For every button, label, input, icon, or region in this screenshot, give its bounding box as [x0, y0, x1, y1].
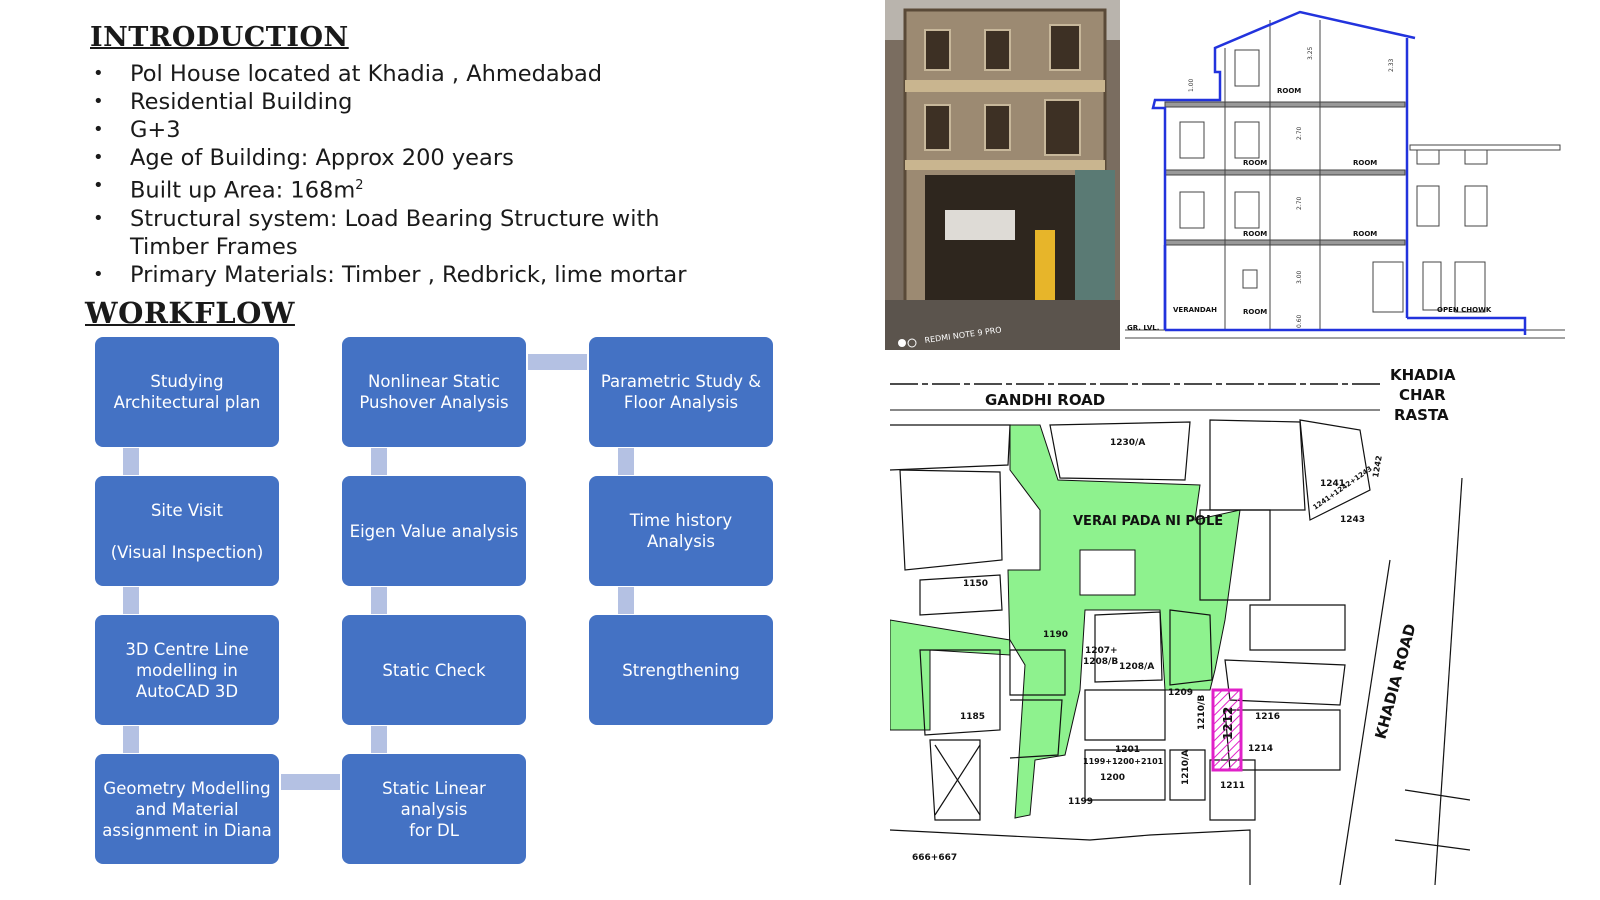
- workflow-step-parametric-study: Parametric Study & Floor Analysis: [589, 337, 773, 447]
- plot-label: 1230/A: [1110, 438, 1145, 448]
- building-photo: REDMI NOTE 9 PRO: [885, 0, 1120, 350]
- elevation-dimension: 3.25: [1307, 46, 1314, 60]
- list-item: Residential Building: [90, 88, 730, 116]
- pole-label: VERAI PADA NI POLE: [1073, 514, 1223, 529]
- workflow-connector: [371, 726, 387, 753]
- workflow-connector: [123, 726, 139, 753]
- list-item: Pol House located at Khadia , Ahmedabad: [90, 60, 730, 88]
- elevation-dimension: 1.00: [1188, 78, 1195, 92]
- plot-label: 1212: [1221, 707, 1235, 740]
- workflow-connector: [371, 448, 387, 475]
- list-item: G+3: [90, 116, 730, 144]
- workflow-step-geometry-modelling: Geometry Modelling and Material assignme…: [95, 754, 279, 864]
- junction-label: RASTA: [1394, 406, 1449, 424]
- plot-label: 1200: [1100, 773, 1125, 783]
- plot-label: 1242: [1371, 455, 1384, 478]
- workflow-connector: [123, 448, 139, 475]
- plot-label: 1208/A: [1119, 662, 1154, 672]
- list-item: Built up Area: 168m2: [90, 172, 730, 205]
- list-item: Structural system: Load Bearing Structur…: [90, 205, 730, 261]
- junction-label: KHADIA: [1390, 366, 1456, 384]
- plot-label: 1214: [1248, 744, 1273, 754]
- plot-label: 666+667: [912, 853, 957, 863]
- workflow-step-site-visit: Site Visit (Visual Inspection): [95, 476, 279, 586]
- elevation-dimension: 2.70: [1296, 126, 1303, 140]
- elevation-label: OPEN CHOWK: [1437, 306, 1492, 314]
- plot-label: 1150: [963, 579, 988, 589]
- workflow-step-static-linear: Static Linear analysis for DL: [342, 754, 526, 864]
- plot-label: 1210/B: [1197, 695, 1207, 730]
- plot-label: 1201: [1115, 745, 1140, 755]
- elevation-label: ROOM: [1243, 308, 1267, 316]
- list-item: Primary Materials: Timber , Redbrick, li…: [90, 261, 730, 289]
- workflow-connector: [281, 774, 340, 790]
- elevation-label: ROOM: [1353, 159, 1377, 167]
- elevation-label: VERANDAH: [1173, 306, 1217, 314]
- workflow-heading: WORKFLOW: [85, 296, 295, 330]
- plot-label: 1199: [1068, 797, 1093, 807]
- elevation-label: ROOM: [1277, 87, 1301, 95]
- workflow-step-pushover: Nonlinear Static Pushover Analysis: [342, 337, 526, 447]
- road-label: GANDHI ROAD: [985, 391, 1105, 409]
- site-location-map: GANDHI ROAD KHADIA ROAD KHADIA CHAR RAST…: [890, 360, 1470, 885]
- list-item: Age of Building: Approx 200 years: [90, 144, 730, 172]
- elevation-label: ROOM: [1243, 159, 1267, 167]
- workflow-step-time-history: Time history Analysis: [589, 476, 773, 586]
- elevation-dimension: 2.70: [1296, 196, 1303, 210]
- plot-label: 1209: [1168, 688, 1193, 698]
- workflow-step-strengthening: Strengthening: [589, 615, 773, 725]
- introduction-list: Pol House located at Khadia , Ahmedabad …: [90, 60, 730, 289]
- elevation-dimension: 2.33: [1388, 58, 1395, 72]
- area-superscript: 2: [355, 178, 364, 193]
- plot-label: 1211: [1220, 781, 1245, 791]
- plot-label: 1207+: [1085, 646, 1118, 656]
- section-elevation-drawing: ROOM ROOM ROOM ROOM ROOM ROOM VERANDAH O…: [1125, 0, 1565, 350]
- plot-label: 1210/A: [1181, 750, 1191, 785]
- junction-label: CHAR: [1399, 386, 1446, 404]
- plot-label: 1208/B: [1083, 657, 1118, 667]
- elevation-label: GR. LVL.: [1127, 324, 1159, 332]
- workflow-step-eigen-value: Eigen Value analysis: [342, 476, 526, 586]
- elevation-dimension: 3.00: [1296, 270, 1303, 284]
- plot-label: 1190: [1043, 630, 1068, 640]
- workflow-connector: [371, 587, 387, 614]
- road-label: KHADIA ROAD: [1371, 622, 1419, 741]
- plot-label: 1216: [1255, 712, 1280, 722]
- workflow-connector: [528, 354, 587, 370]
- elevation-label: ROOM: [1353, 230, 1377, 238]
- introduction-heading: INTRODUCTION: [90, 22, 349, 53]
- elevation-dimension: 0.60: [1296, 314, 1303, 328]
- workflow-step-studying-plan: Studying Architectural plan: [95, 337, 279, 447]
- workflow-connector: [618, 448, 634, 475]
- plot-label: 1243: [1340, 515, 1365, 525]
- plot-label: 1185: [960, 712, 985, 722]
- workflow-connector: [618, 587, 634, 614]
- elevation-label: ROOM: [1243, 230, 1267, 238]
- workflow-connector: [123, 587, 139, 614]
- plot-label: 1199+1200+2101: [1083, 757, 1164, 766]
- workflow-step-static-check: Static Check: [342, 615, 526, 725]
- workflow-step-3d-modelling: 3D Centre Line modelling in AutoCAD 3D: [95, 615, 279, 725]
